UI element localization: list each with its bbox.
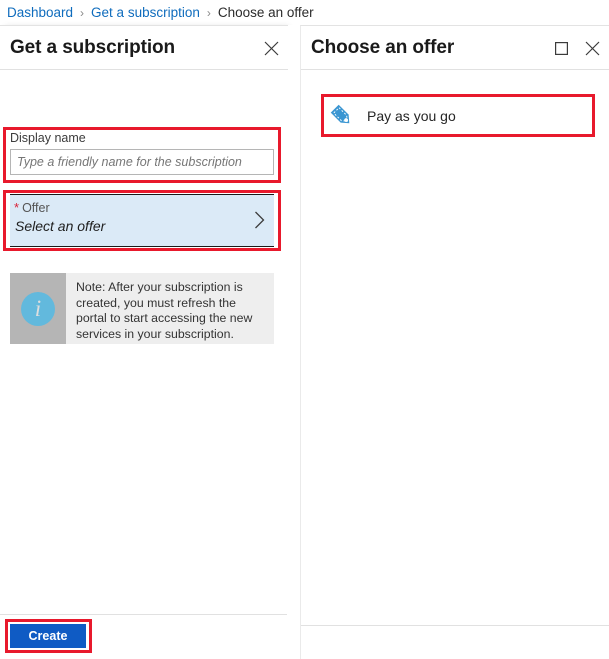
breadcrumb-item-get-a-subscription[interactable]: Get a subscription [91,5,200,20]
left-blade-body: Display name * Offer Select an offer i N… [0,70,288,615]
offer-label: Offer [22,201,50,215]
right-blade-footer [301,625,609,659]
required-asterisk: * [14,200,20,215]
breadcrumb-separator: › [206,5,211,20]
display-name-input[interactable] [10,149,274,175]
info-icon: i [21,291,55,326]
right-blade-title: Choose an offer [311,36,455,58]
display-name-field-group: Display name [10,131,274,175]
offer-label-row: * Offer [14,201,274,215]
breadcrumb-item-choose-an-offer: Choose an offer [217,5,314,20]
display-name-label: Display name [10,131,86,145]
left-blade-header: Get a subscription [0,26,288,70]
left-blade-footer: Create [0,614,287,659]
blade-gap [288,25,300,659]
note-icon-strip: i [10,273,66,344]
list-item[interactable]: Pay as you go [325,98,589,133]
tag-icon [330,104,350,123]
note-callout: i Note: After your subscription is creat… [10,273,274,344]
breadcrumb-separator: › [80,5,85,20]
right-blade-body: Pay as you go [301,70,609,615]
blade-choose-an-offer: Choose an offer Pay as you go [300,25,609,659]
breadcrumb: Dashboard › Get a subscription › Choose … [0,0,609,25]
create-button[interactable]: Create [9,623,87,649]
right-blade-header: Choose an offer [301,26,609,70]
close-icon[interactable] [262,39,280,57]
right-blade-header-actions [552,26,601,70]
blade-get-a-subscription: Get a subscription Display name * Offer … [0,25,288,659]
offer-value: Select an offer [15,218,106,234]
page-title: Get a subscription [10,36,176,58]
note-text: Note: After your subscription is created… [76,280,253,341]
breadcrumb-item-dashboard[interactable]: Dashboard [7,5,73,20]
chevron-right-icon [254,211,265,232]
close-icon[interactable] [583,39,601,57]
offer-selector[interactable]: * Offer Select an offer [10,194,274,247]
left-blade-header-actions [262,26,280,70]
list-item-label: Pay as you go [367,107,456,124]
maximize-icon[interactable] [552,39,570,57]
